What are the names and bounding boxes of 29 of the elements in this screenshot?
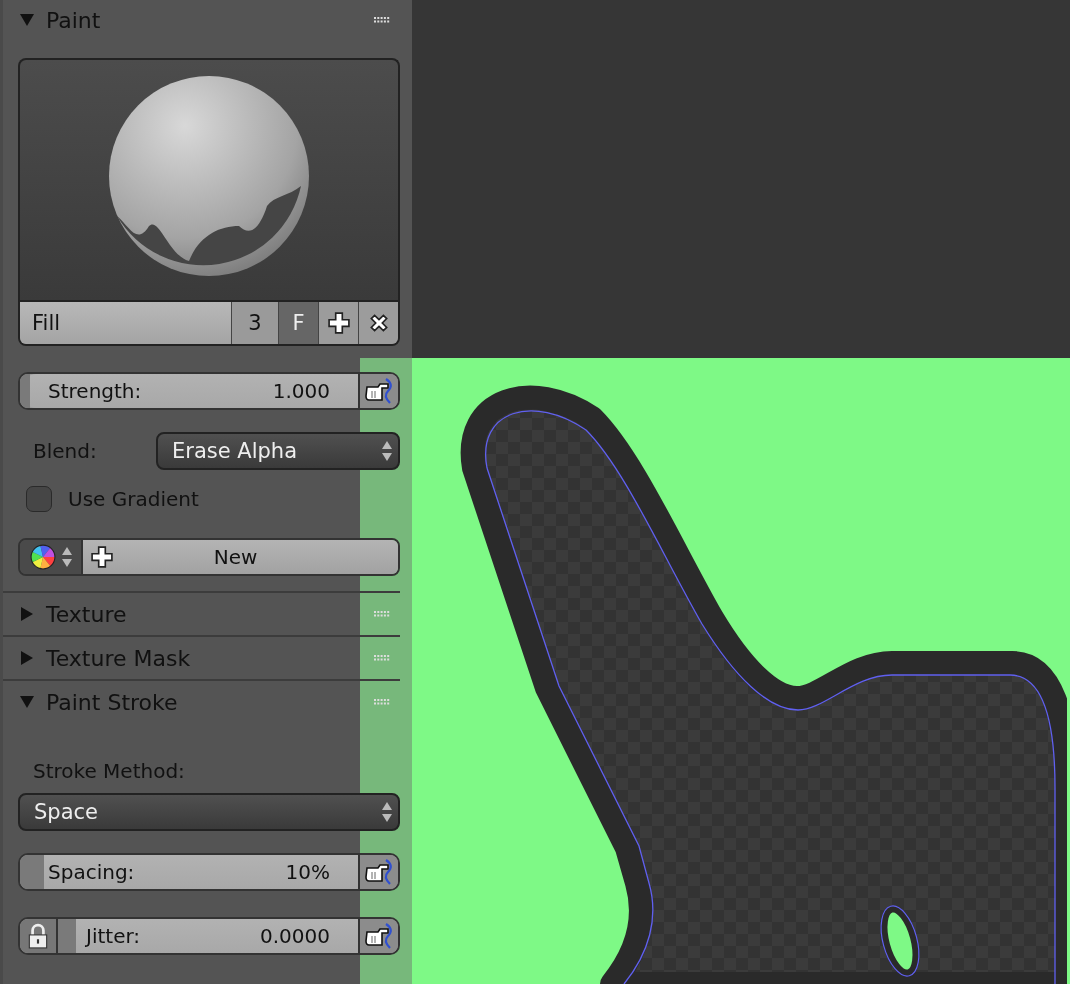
animate-property-button[interactable]: [358, 374, 398, 408]
expand-triangle-icon[interactable]: [20, 651, 34, 665]
collapse-triangle-icon[interactable]: [20, 13, 34, 27]
drag-handle-icon[interactable]: [374, 17, 390, 23]
jitter-slider[interactable]: Jitter: 0.0000: [58, 919, 358, 953]
lock-button[interactable]: [20, 919, 58, 953]
palette-selector[interactable]: [20, 540, 83, 574]
drag-handle-icon[interactable]: [374, 699, 390, 705]
blend-label: Blend:: [33, 439, 97, 463]
strength-slider[interactable]: Strength: 1.000: [20, 374, 358, 408]
up-down-arrows-icon: [61, 546, 72, 568]
up-down-arrows-icon: [382, 440, 392, 462]
new-palette-button[interactable]: New: [83, 540, 398, 574]
up-down-arrows-icon: [382, 801, 392, 823]
plus-icon: [91, 546, 113, 568]
color-wheel-icon: [29, 544, 56, 570]
expand-triangle-icon[interactable]: [20, 607, 34, 621]
animate-property-button[interactable]: [358, 855, 398, 889]
collapse-triangle-icon[interactable]: [20, 695, 34, 709]
animate-property-button[interactable]: [358, 919, 398, 953]
drag-handle-icon[interactable]: [374, 655, 390, 661]
spacing-slider[interactable]: Spacing: 10%: [20, 855, 358, 889]
stroke-method-label: Stroke Method:: [32, 759, 186, 783]
blend-dropdown[interactable]: Erase Alpha: [156, 432, 400, 470]
checkbox[interactable]: [26, 486, 52, 512]
drag-handle-icon[interactable]: [374, 611, 390, 617]
stroke-method-dropdown[interactable]: Space: [18, 793, 400, 831]
lock-icon: [27, 923, 49, 949]
brush-preview[interactable]: [18, 58, 400, 300]
